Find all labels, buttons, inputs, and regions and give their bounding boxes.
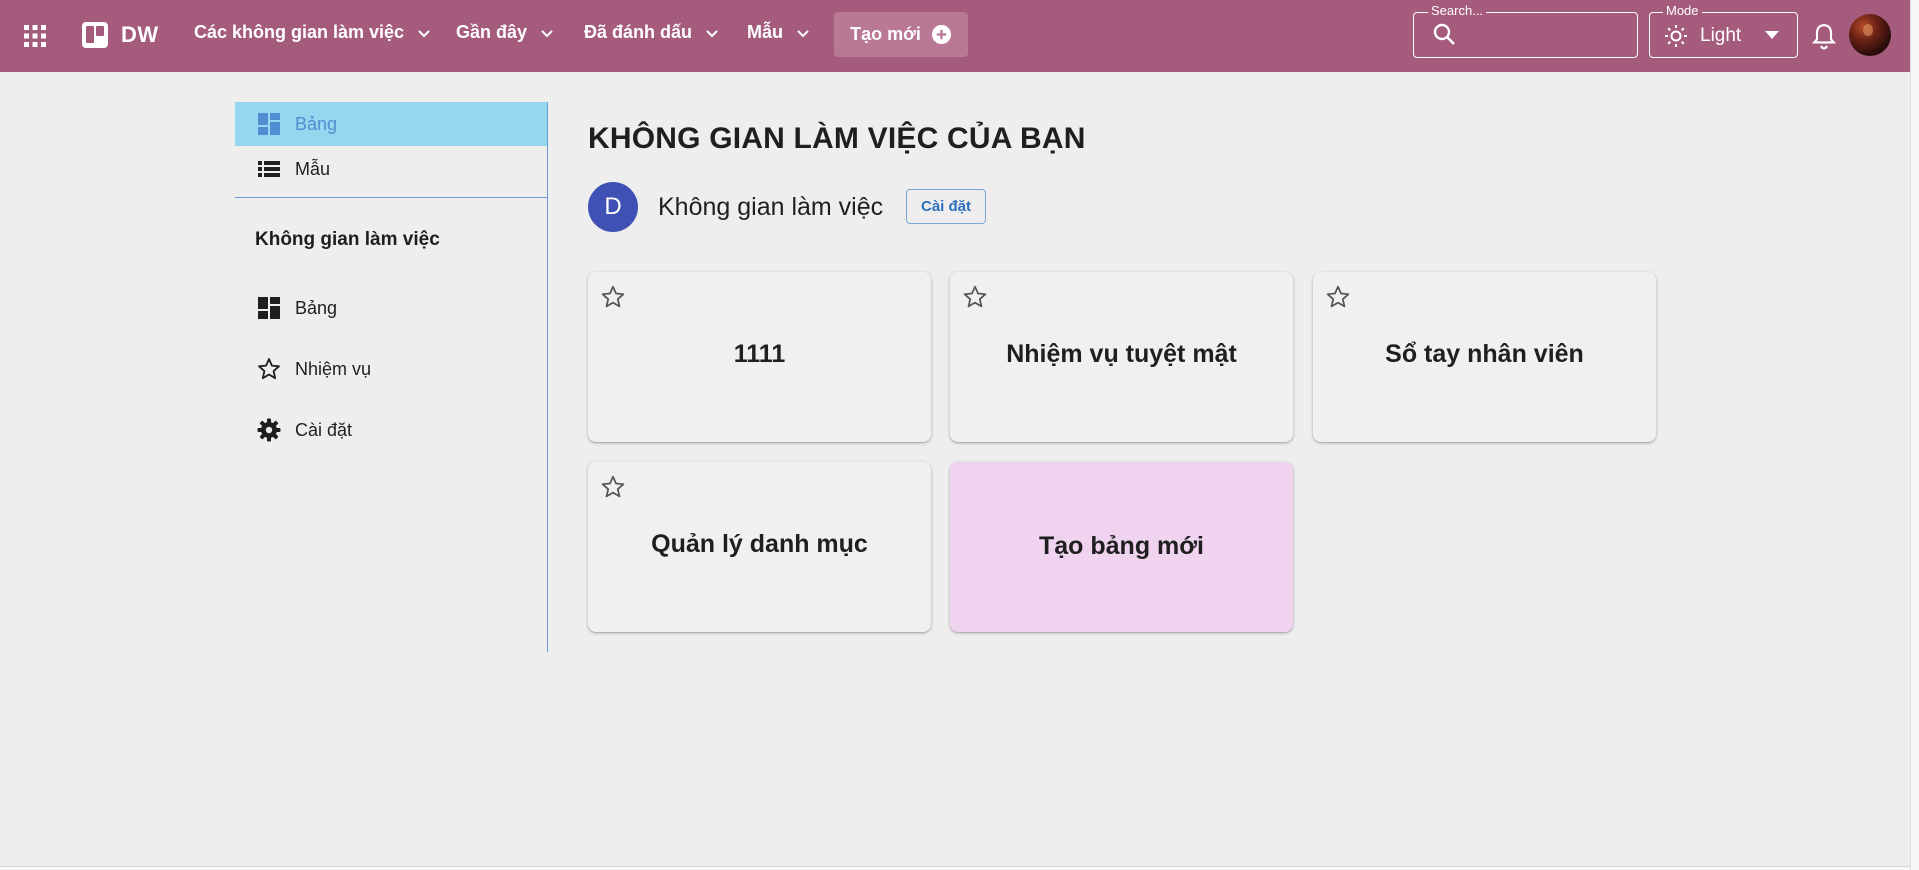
board-title: 1111: [733, 340, 786, 368]
sidebar-item-label: Cài đặt: [295, 419, 353, 440]
sidebar: Bảng Mẫu Không gian làm việc Bảng Nhiệm …: [235, 102, 548, 652]
sidebar-item-label: Mẫu: [295, 158, 331, 179]
board-card[interactable]: Nhiệm vụ tuyệt mật: [950, 272, 1293, 442]
logo-text: DW: [121, 22, 159, 47]
sidebar-section-title: Không gian làm việc: [255, 229, 440, 250]
nav-recent[interactable]: Gần đây: [456, 22, 555, 43]
sidebar-item-label: Bảng: [295, 297, 338, 318]
nav-label: Đã đánh dấu: [584, 22, 693, 42]
star-outline-icon[interactable]: [1325, 284, 1351, 310]
star-outline-icon[interactable]: [962, 284, 988, 310]
workspace-settings-button[interactable]: Cài đặt: [906, 189, 986, 224]
sidebar-divider: [235, 197, 548, 198]
board-title: Quản lý danh mục: [651, 530, 868, 558]
user-avatar[interactable]: [1849, 14, 1891, 56]
sidebar-item-workspace-boards[interactable]: Bảng: [235, 286, 547, 330]
sidebar-item-label: Nhiệm vụ: [295, 358, 372, 379]
bell-icon[interactable]: [1811, 22, 1837, 50]
bottom-border: [0, 866, 1910, 870]
star-outline-icon[interactable]: [600, 284, 626, 310]
dashboard-icon: [258, 297, 280, 319]
mode-legend: Mode: [1663, 3, 1702, 18]
workspace-avatar: D: [588, 182, 638, 232]
board-card[interactable]: 1111: [588, 272, 931, 442]
star-icon: [258, 358, 280, 380]
sidebar-item-tasks[interactable]: Nhiệm vụ: [235, 347, 547, 391]
mode-value: Light: [1700, 25, 1742, 46]
sidebar-item-boards[interactable]: Bảng: [235, 102, 547, 146]
app-bar: DW Các không gian làm việc Gần đây Đã đá…: [0, 0, 1910, 72]
nav-starred[interactable]: Đã đánh dấu: [584, 22, 720, 43]
create-new-label: Tạo mới: [850, 24, 921, 44]
search-legend: Search...: [1428, 3, 1487, 18]
caret-down-icon: [1765, 31, 1779, 39]
sidebar-item-label: Bảng: [295, 113, 338, 134]
board-card[interactable]: Quản lý danh mục: [588, 462, 931, 632]
gear-icon: [257, 418, 281, 442]
apps-grid-icon[interactable]: [23, 24, 47, 48]
sun-icon: [1665, 25, 1687, 47]
workspace-name: Không gian làm việc: [658, 193, 884, 221]
star-outline-icon[interactable]: [600, 474, 626, 500]
nav-workspaces[interactable]: Các không gian làm việc: [194, 22, 432, 43]
nav-label: Các không gian làm việc: [194, 22, 405, 42]
sidebar-item-settings[interactable]: Cài đặt: [235, 408, 547, 452]
chevron-down-icon: [418, 29, 430, 37]
nav-templates[interactable]: Mẫu: [747, 22, 811, 43]
nav-label: Mẫu: [747, 22, 783, 42]
chevron-down-icon: [797, 29, 809, 37]
chevron-down-icon: [706, 29, 718, 37]
create-board-card[interactable]: Tạo bảng mới: [950, 462, 1293, 632]
board-logo-icon: [82, 22, 108, 48]
chevron-down-icon: [541, 29, 553, 37]
create-board-label: Tạo bảng mới: [1038, 532, 1204, 560]
search-icon: [1433, 23, 1455, 45]
sidebar-item-templates[interactable]: Mẫu: [235, 147, 547, 191]
board-card[interactable]: Sổ tay nhân viên: [1313, 272, 1656, 442]
app-logo[interactable]: DW: [81, 21, 159, 49]
create-new-button[interactable]: Tạo mới: [834, 12, 968, 57]
scrollbar[interactable]: [1910, 0, 1919, 870]
page-title: KHÔNG GIAN LÀM VIỆC CỦA BẠN: [588, 122, 1086, 155]
add-circle-icon: [931, 24, 951, 45]
dashboard-icon: [258, 113, 280, 135]
board-title: Sổ tay nhân viên: [1385, 340, 1584, 368]
list-icon: [258, 161, 280, 177]
nav-label: Gần đây: [456, 22, 528, 42]
board-title: Nhiệm vụ tuyệt mật: [1006, 340, 1237, 368]
